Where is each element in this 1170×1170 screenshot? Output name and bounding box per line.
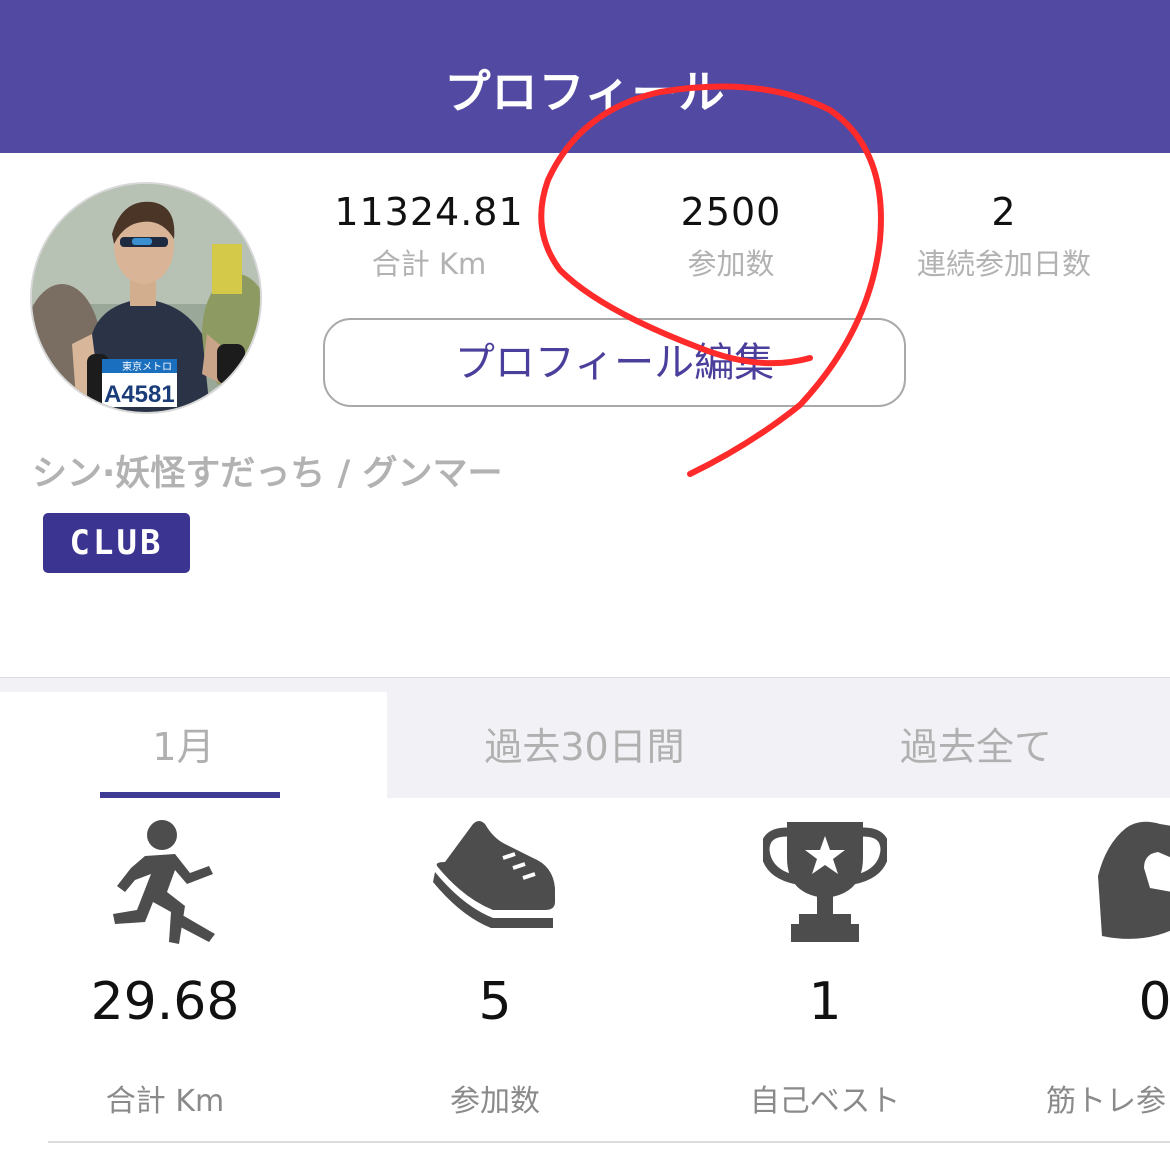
active-tab-indicator xyxy=(100,792,280,798)
sneaker-icon xyxy=(433,821,555,928)
tab-this-month-label: 1月 xyxy=(152,725,215,769)
month-stat-km xyxy=(50,818,280,944)
month-stat-personal-best xyxy=(710,818,940,944)
club-badge: CLUB xyxy=(43,513,190,573)
month-stat-km-label: 合計 Km xyxy=(105,1084,225,1119)
app-header: プロフィール xyxy=(0,0,1170,153)
stat-total-km: 11324.81 合計 Km xyxy=(320,188,538,282)
running-person-icon xyxy=(113,820,215,944)
tab-all-time-label: 過去全て xyxy=(899,725,1052,769)
month-stat-personal-best-value: 1 xyxy=(808,972,842,1032)
stat-total-km-value: 11324.81 xyxy=(334,190,524,234)
stat-streak-value: 2 xyxy=(991,190,1017,234)
page-title: プロフィール xyxy=(444,65,726,119)
stat-streak-label: 連続参加日数 xyxy=(916,247,1091,281)
month-stat-km-value: 29.68 xyxy=(90,972,240,1032)
stat-streak: 2 連続参加日数 xyxy=(895,188,1113,282)
month-stat-participation xyxy=(380,818,610,934)
month-stat-strength-value: 0 xyxy=(1138,972,1170,1032)
bib-number: A4581 xyxy=(104,381,175,408)
tab-this-month[interactable]: 1月 xyxy=(0,692,387,798)
month-stat-strength-label: 筋トレ参 xyxy=(1046,1084,1166,1119)
bottom-divider xyxy=(48,1141,1170,1143)
stat-participation-value: 2500 xyxy=(680,190,782,234)
month-stat-strength xyxy=(1040,818,1170,944)
stat-participation-label: 参加数 xyxy=(687,247,775,281)
stat-total-km-label: 合計 Km xyxy=(371,247,487,281)
bib-brand: 東京メトロ xyxy=(122,360,172,373)
muscle-arm-icon xyxy=(1098,821,1170,939)
stat-participation: 2500 参加数 xyxy=(620,188,842,282)
tab-all-time[interactable]: 過去全て xyxy=(782,692,1170,798)
username: シン·妖怪すだっち / グンマー xyxy=(32,454,503,494)
month-stat-personal-best-label: 自己ベスト xyxy=(749,1084,901,1119)
avatar-photo: 東京メトロ A4581 xyxy=(32,184,260,412)
edit-profile-button[interactable]: プロフィール編集 xyxy=(323,318,906,407)
month-stat-participation-label: 参加数 xyxy=(450,1084,540,1119)
tab-last-30-days-label: 過去30日間 xyxy=(484,725,685,769)
tab-last-30-days[interactable]: 過去30日間 xyxy=(387,692,782,798)
trophy-icon xyxy=(763,822,887,942)
month-stat-participation-value: 5 xyxy=(478,972,512,1032)
avatar[interactable]: 東京メトロ A4581 xyxy=(30,182,262,414)
